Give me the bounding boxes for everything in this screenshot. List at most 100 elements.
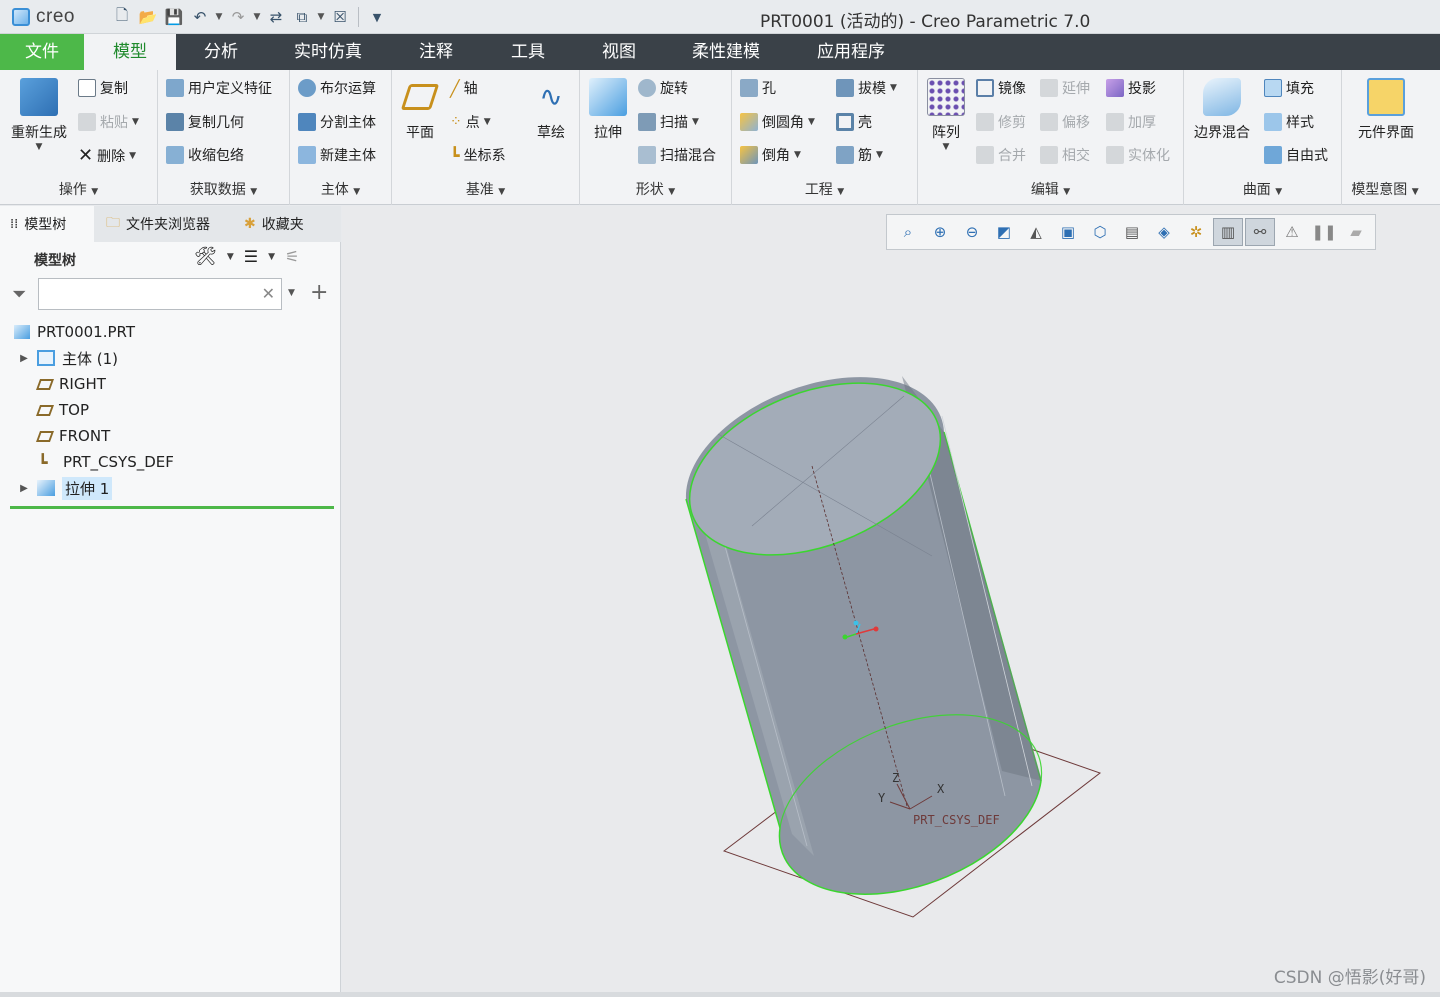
- csys-button[interactable]: ┗ 坐标系: [450, 145, 506, 165]
- style-button[interactable]: 样式: [1264, 112, 1314, 132]
- round-button[interactable]: 倒圆角 ▼: [740, 112, 815, 132]
- merge-button[interactable]: 合并: [976, 145, 1026, 165]
- tab-applications[interactable]: 应用程序: [792, 34, 910, 70]
- swept-blend-button[interactable]: 扫描混合: [638, 145, 716, 165]
- show-dropdown[interactable]: ▼: [268, 252, 275, 262]
- expand-icon[interactable]: ▶: [18, 353, 30, 364]
- windows-dropdown[interactable]: ▼: [316, 12, 326, 22]
- group-model-intent: 元件界面 模型意图 ▼: [1342, 70, 1428, 205]
- paste-button[interactable]: 粘贴 ▼: [78, 112, 139, 132]
- group-label-body[interactable]: 主体 ▼: [290, 179, 391, 199]
- fill-button[interactable]: 填充: [1264, 78, 1314, 98]
- filter-icon[interactable]: ⏷: [12, 284, 26, 305]
- graphics-viewport[interactable]: ⌕ ⊕ ⊖ ◩ ◭ ▣ ⬡ ▤ ◈ ✲ ▥ ⚯ ⚠ ❚❚ ▰ Z X Y PRT…: [342, 206, 1440, 992]
- group-label-surfaces[interactable]: 曲面 ▼: [1184, 179, 1341, 199]
- revolve-button[interactable]: 旋转: [638, 78, 688, 98]
- extend-button[interactable]: 延伸: [1040, 78, 1090, 98]
- intersect-button[interactable]: 相交: [1040, 145, 1090, 165]
- copy-button[interactable]: 复制: [78, 78, 128, 98]
- tree-item-csys[interactable]: ┗ PRT_CSYS_DEF: [38, 450, 174, 474]
- offset-button[interactable]: 偏移: [1040, 112, 1090, 132]
- insert-here-indicator[interactable]: [10, 506, 334, 509]
- undo-dropdown[interactable]: ▼: [214, 12, 224, 22]
- shrinkwrap-button[interactable]: 收缩包络: [166, 145, 244, 165]
- merge-icon: [976, 146, 994, 164]
- point-button[interactable]: ⁘ 点 ▼: [450, 112, 491, 132]
- freestyle-button[interactable]: 自由式: [1264, 145, 1328, 165]
- tab-favorites[interactable]: ✱ 收藏夹: [234, 206, 334, 242]
- settings-dropdown[interactable]: ▼: [227, 252, 234, 262]
- redo-dropdown[interactable]: ▼: [252, 12, 262, 22]
- copy-geometry-button[interactable]: 复制几何: [166, 112, 244, 132]
- udf-button[interactable]: 用户定义特征: [166, 78, 272, 98]
- add-filter-icon[interactable]: +: [310, 280, 328, 305]
- tree-item-part[interactable]: PRT0001.PRT: [14, 320, 135, 344]
- draft-button[interactable]: 拔模 ▼: [836, 78, 897, 98]
- group-label-editing[interactable]: 编辑 ▼: [918, 179, 1183, 199]
- sketch-button[interactable]: ∿ 草绘: [530, 78, 572, 142]
- chamfer-button[interactable]: 倒角 ▼: [740, 145, 801, 165]
- new-icon[interactable]: 🗋: [110, 5, 134, 29]
- tree-filter-icon[interactable]: ⚟: [285, 247, 299, 266]
- tab-view[interactable]: 视图: [574, 34, 664, 70]
- project-button[interactable]: 投影: [1106, 78, 1156, 98]
- thicken-button[interactable]: 加厚: [1106, 112, 1156, 132]
- plane-button[interactable]: 平面: [398, 78, 442, 142]
- tab-model[interactable]: 模型: [84, 34, 176, 70]
- search-dropdown[interactable]: ▼: [288, 288, 295, 298]
- tab-flexible-modeling[interactable]: 柔性建模: [664, 34, 788, 70]
- expand-icon[interactable]: ▶: [18, 483, 30, 494]
- mirror-button[interactable]: 镜像: [976, 78, 1026, 98]
- group-label-operations[interactable]: 操作 ▼: [0, 179, 157, 199]
- regenerate-button[interactable]: 重新生成 ▼: [6, 78, 72, 152]
- tab-file[interactable]: 文件: [0, 34, 84, 70]
- tab-model-tree[interactable]: ⁞⁞ 模型树: [0, 206, 94, 242]
- tab-analysis[interactable]: 分析: [176, 34, 266, 70]
- hole-button[interactable]: 孔: [740, 78, 776, 98]
- model-graphics[interactable]: Z X Y PRT_CSYS_DEF: [342, 206, 1440, 992]
- group-label-model-intent[interactable]: 模型意图 ▼: [1342, 179, 1428, 199]
- tree-item-right[interactable]: RIGHT: [35, 372, 106, 396]
- solidify-button[interactable]: 实体化: [1106, 145, 1170, 165]
- new-body-label: 新建主体: [320, 148, 376, 164]
- tab-tools[interactable]: 工具: [482, 34, 574, 70]
- component-interface-button[interactable]: 元件界面: [1348, 78, 1424, 142]
- regenerate-icon[interactable]: ⇄: [264, 5, 288, 29]
- shell-button[interactable]: 壳: [836, 112, 872, 132]
- open-icon[interactable]: 📂: [136, 5, 160, 29]
- redo-icon[interactable]: ↷: [226, 5, 250, 29]
- tree-item-extrude[interactable]: ▶ 拉伸 1: [18, 476, 113, 500]
- show-tree-icon[interactable]: ☰: [244, 247, 258, 266]
- folder-icon: 🗀: [106, 215, 120, 231]
- tree-item-top[interactable]: TOP: [35, 398, 89, 422]
- extrude-button[interactable]: 拉伸: [586, 78, 630, 142]
- close-window-icon[interactable]: ☒: [328, 5, 352, 29]
- group-label-get-data[interactable]: 获取数据 ▼: [158, 179, 289, 199]
- tab-annotate[interactable]: 注释: [390, 34, 482, 70]
- axis-button[interactable]: ╱ 轴: [450, 78, 478, 98]
- windows-icon[interactable]: ⧉: [290, 5, 314, 29]
- trim-button[interactable]: 修剪: [976, 112, 1026, 132]
- customize-icon[interactable]: ▼: [365, 5, 389, 29]
- delete-button[interactable]: ✕ 删除 ▼: [78, 145, 136, 166]
- group-label-shapes[interactable]: 形状 ▼: [580, 179, 731, 199]
- tab-live-simulation[interactable]: 实时仿真: [268, 34, 388, 70]
- group-label-engineering[interactable]: 工程 ▼: [732, 179, 917, 199]
- boolean-button[interactable]: 布尔运算: [298, 78, 376, 98]
- tab-folder-browser[interactable]: 🗀 文件夹浏览器: [96, 206, 232, 242]
- tree-item-bodies[interactable]: ▶ 主体 (1): [18, 346, 118, 370]
- search-input[interactable]: ✕: [38, 278, 282, 310]
- new-body-button[interactable]: 新建主体: [298, 145, 376, 165]
- tree-item-front[interactable]: FRONT: [35, 424, 110, 448]
- save-icon[interactable]: 💾: [162, 5, 186, 29]
- group-label-datum[interactable]: 基准 ▼: [392, 179, 579, 199]
- split-body-icon: [298, 113, 316, 131]
- rib-button[interactable]: 筋 ▼: [836, 145, 883, 165]
- undo-icon[interactable]: ↶: [188, 5, 212, 29]
- sweep-button[interactable]: 扫描 ▼: [638, 112, 699, 132]
- clear-search-icon[interactable]: ✕: [262, 284, 275, 303]
- settings-tools-icon[interactable]: 🛠: [194, 246, 217, 267]
- pattern-button[interactable]: 阵列 ▼: [924, 78, 968, 152]
- split-body-button[interactable]: 分割主体: [298, 112, 376, 132]
- boundary-blend-button[interactable]: 边界混合: [1190, 78, 1254, 142]
